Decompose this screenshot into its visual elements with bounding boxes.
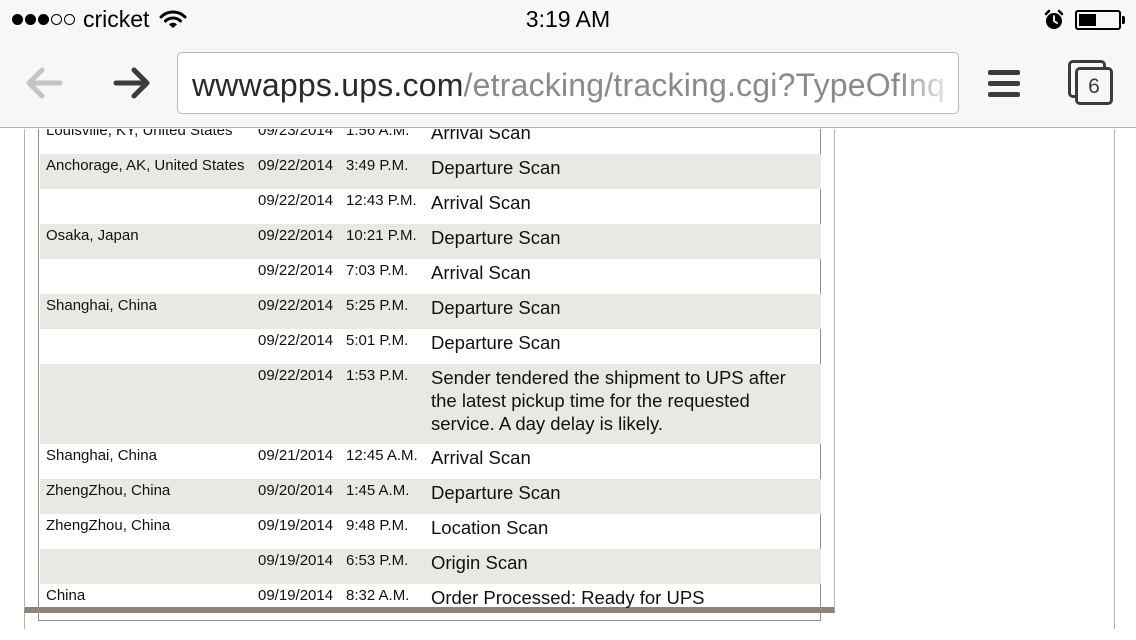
time-cell: 10:21 P.M.	[346, 227, 417, 244]
activity-cell: Arrival Scan	[431, 129, 531, 143]
menu-bar-bottom	[988, 92, 1020, 97]
menu-icon[interactable]	[988, 70, 1020, 98]
date-cell: 09/22/2014	[258, 157, 334, 174]
status-bar: cricket 3:19 AM	[0, 0, 1136, 40]
location-cell: Osaka, Japan	[46, 227, 139, 244]
table-row: ZhengZhou, China 09/19/2014 9:48 P.M. Locat…	[40, 514, 821, 549]
date-cell: 09/19/2014	[258, 587, 334, 604]
activity-cell: Arrival Scan	[431, 192, 531, 213]
forward-arrow-icon[interactable]	[112, 65, 152, 101]
date-cell: 09/21/2014	[258, 447, 334, 464]
date-cell: 09/19/2014	[258, 517, 334, 534]
date-cell: 09/19/2014	[258, 552, 334, 569]
table-row: ZhengZhou, China 09/20/2014 1:45 A.M. Depar…	[40, 479, 821, 514]
activity-cell: Origin Scan	[431, 552, 528, 573]
activity-cell: Arrival Scan	[431, 447, 531, 468]
time-cell: 5:25 P.M.	[346, 297, 409, 314]
address-bar[interactable]: wwwapps.ups.com/etracking/tracking.cgi?T…	[177, 52, 959, 114]
alarm-clock-icon	[1044, 9, 1064, 29]
time-cell: 9:48 P.M.	[346, 517, 409, 534]
activity-cell: Departure Scan	[431, 227, 561, 248]
url-text: wwwapps.ups.com/etracking/tracking.cgi?T…	[192, 67, 945, 104]
activity-cell: Departure Scan	[431, 297, 561, 318]
activity-cell: Departure Scan	[431, 482, 561, 503]
shipment-progress-table: Louisville, KY, United States 09/23/2014 1…	[38, 129, 821, 621]
tabs-icon[interactable]: 6	[1068, 60, 1114, 106]
table-row: Louisville, KY, United States 09/23/2014 1…	[40, 129, 821, 154]
table-row: Shanghai, China 09/21/2014 12:45 A.M. Arriv…	[40, 444, 821, 479]
location-cell: ZhengZhou, China	[46, 482, 171, 499]
tab-count: 6	[1075, 67, 1113, 105]
table-row: China 09/19/2014 8:32 A.M. Order Processed:…	[40, 584, 821, 619]
table-row: 09/22/2014 12:43 P.M. Arrival Scan	[40, 189, 821, 224]
activity-cell: Sender tendered the shipment to UPS afte…	[431, 367, 786, 434]
menu-bar-top	[988, 70, 1020, 75]
time-cell: 8:32 A.M.	[346, 587, 410, 604]
back-arrow-icon[interactable]	[24, 65, 64, 101]
activity-cell: Departure Scan	[431, 332, 561, 353]
time-cell: 6:53 P.M.	[346, 552, 409, 569]
date-cell: 09/22/2014	[258, 297, 334, 314]
location-cell: Anchorage, AK, United States	[46, 157, 245, 174]
time-cell: 12:43 P.M.	[346, 192, 417, 209]
date-cell: 09/22/2014	[258, 367, 334, 384]
time-cell: 1:56 A.M.	[346, 129, 410, 139]
page-content[interactable]: Louisville, KY, United States 09/23/2014 1…	[0, 129, 1136, 640]
table-row: 09/19/2014 6:53 P.M. Origin Scan	[40, 549, 821, 584]
battery-tip	[1122, 16, 1125, 24]
time-cell: 7:03 P.M.	[346, 262, 409, 279]
battery-level	[1079, 14, 1096, 26]
url-path: /etracking/tracking.cgi?TypeOfInq	[463, 67, 946, 103]
date-cell: 09/22/2014	[258, 192, 334, 209]
activity-cell: Arrival Scan	[431, 262, 531, 283]
url-fade	[898, 53, 958, 113]
table-row: Anchorage, AK, United States 09/22/2014 3:…	[40, 154, 821, 189]
time-cell: 5:01 P.M.	[346, 332, 409, 349]
time-cell: 12:45 A.M.	[346, 447, 418, 464]
location-cell: Louisville, KY, United States	[46, 129, 233, 139]
time-cell: 1:45 A.M.	[346, 482, 410, 499]
date-cell: 09/22/2014	[258, 227, 334, 244]
status-time: 3:19 AM	[525, 6, 611, 32]
location-cell: China	[46, 587, 86, 604]
date-cell: 09/23/2014	[258, 129, 334, 139]
activity-cell: Order Processed: Ready for UPS	[431, 587, 705, 608]
table-row: 09/22/2014 1:53 P.M. Sender tendered the s…	[40, 364, 821, 444]
location-cell: ZhengZhou, China	[46, 517, 171, 534]
table-row: 09/22/2014 7:03 P.M. Arrival Scan	[40, 259, 821, 294]
time-cell: 1:53 P.M.	[346, 367, 409, 384]
table-row: Shanghai, China 09/22/2014 5:25 P.M. Depart…	[40, 294, 821, 329]
menu-bar-middle	[988, 81, 1020, 86]
battery-icon	[1075, 10, 1121, 30]
location-cell: Shanghai, China	[46, 447, 157, 464]
browser-toolbar: wwwapps.ups.com/etracking/tracking.cgi?T…	[0, 40, 1136, 128]
activity-cell: Departure Scan	[431, 157, 561, 178]
time-cell: 3:49 P.M.	[346, 157, 409, 174]
activity-cell: Location Scan	[431, 517, 549, 538]
table-row: Osaka, Japan 09/22/2014 10:21 P.M. Departur…	[40, 224, 821, 259]
table-row: 09/22/2014 5:01 P.M. Departure Scan	[40, 329, 821, 364]
date-cell: 09/22/2014	[258, 262, 334, 279]
date-cell: 09/20/2014	[258, 482, 334, 499]
date-cell: 09/22/2014	[258, 332, 334, 349]
url-host: wwwapps.ups.com	[192, 67, 464, 103]
location-cell: Shanghai, China	[46, 297, 157, 314]
